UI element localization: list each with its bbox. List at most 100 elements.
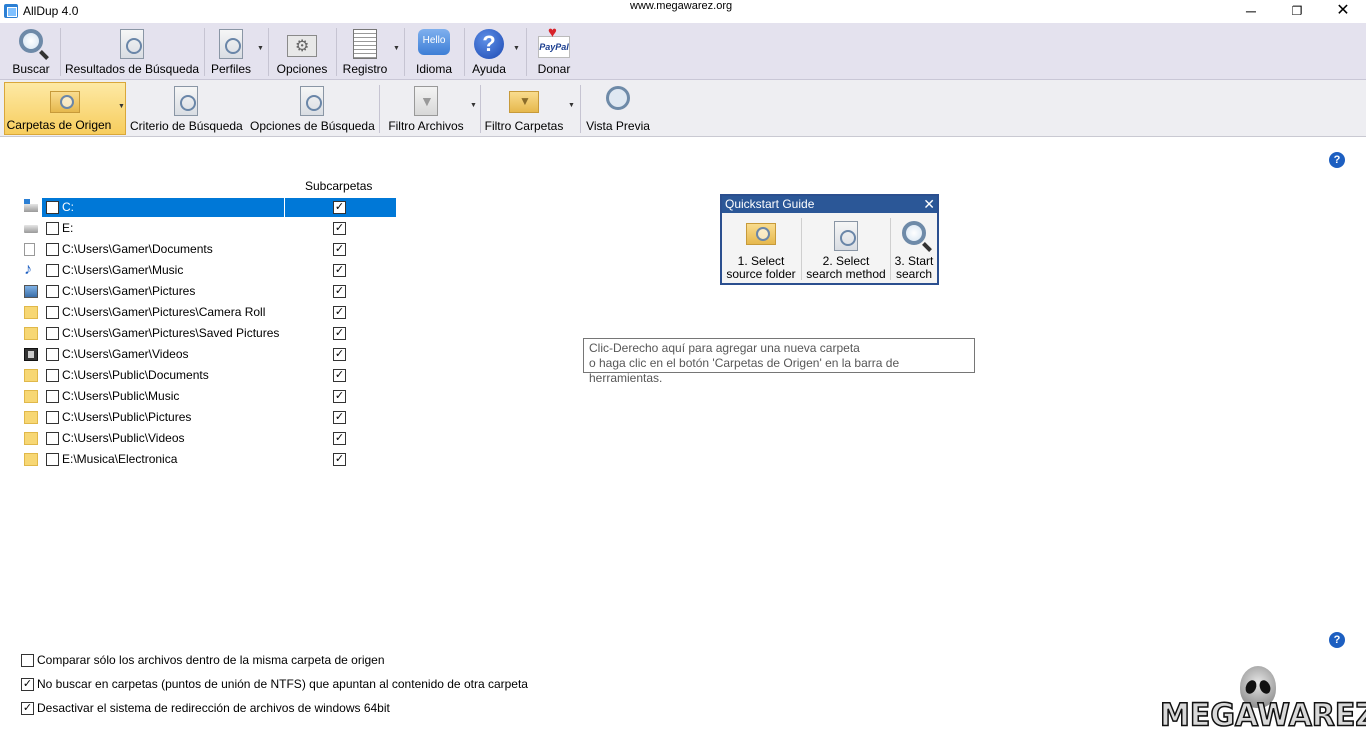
folder-row[interactable]: C:\Users\Gamer\Pictures\Camera Roll ✓ (0, 302, 400, 323)
option-checkbox[interactable]: ✓ (21, 702, 34, 715)
folder-icon (24, 327, 38, 340)
subfolders-column-header: Subcarpetas (305, 179, 373, 193)
profiles-dropdown-arrow[interactable]: ▼ (257, 45, 264, 52)
folder-checkbox[interactable] (46, 348, 59, 361)
window-title: AllDup 4.0 (23, 4, 79, 18)
quickstart-title: Quickstart Guide (725, 197, 815, 211)
folder-icon (24, 369, 38, 382)
folder-row[interactable]: ♪ C:\Users\Gamer\Music ✓ (0, 260, 400, 281)
folder-checkbox[interactable] (46, 327, 59, 340)
subfolders-checkbox[interactable]: ✓ (333, 285, 346, 298)
preview-icon (606, 86, 630, 110)
drive-icon (24, 225, 38, 233)
log-dropdown-arrow[interactable]: ▼ (393, 45, 400, 52)
subfolders-checkbox[interactable]: ✓ (333, 306, 346, 319)
folder-path: C:\Users\Public\Music (62, 389, 180, 403)
search-results-button[interactable]: Resultados de Búsqueda (64, 26, 200, 78)
folder-checkbox[interactable] (46, 264, 59, 277)
option-checkbox[interactable] (21, 654, 34, 667)
language-button[interactable]: Hello Idioma (408, 26, 460, 78)
quickstart-select-source-button[interactable]: 1. Select source folder (722, 215, 800, 283)
subfolders-checkbox[interactable]: ✓ (333, 201, 346, 214)
folder-checkbox[interactable] (46, 411, 59, 424)
folder-row[interactable]: C:\Users\Gamer\Pictures\Saved Pictures ✓ (0, 323, 400, 344)
folder-path: C:\Users\Gamer\Pictures\Camera Roll (62, 305, 266, 319)
megawarez-logo: MEGAWAREZ (1159, 666, 1366, 736)
subfolders-checkbox[interactable]: ✓ (333, 369, 346, 382)
subfolders-checkbox[interactable]: ✓ (333, 222, 346, 235)
main-toolbar: Buscar Resultados de Búsqueda Perfiles ▼… (0, 23, 1366, 80)
folder-filter-button[interactable]: Filtro Carpetas (484, 83, 564, 135)
close-button[interactable]: ✕ (1320, 0, 1366, 23)
source-folders-button[interactable]: Carpetas de Origen ▼ (4, 82, 126, 135)
folder-row[interactable]: E: ✓ (0, 218, 400, 239)
preview-button[interactable]: Vista Previa (586, 83, 650, 135)
quickstart-title-bar: Quickstart Guide ✕ (722, 196, 937, 213)
donate-button[interactable]: PayPal Donar (530, 23, 578, 78)
documents-icon (24, 243, 35, 256)
subfolders-checkbox[interactable]: ✓ (333, 453, 346, 466)
search-criteria-button[interactable]: Criterio de Búsqueda (130, 83, 243, 135)
help-bottom-icon[interactable]: ? (1329, 632, 1345, 648)
source-folders-dropdown-arrow[interactable]: ▼ (118, 103, 125, 110)
folder-row[interactable]: C:\Users\Public\Pictures ✓ (0, 407, 400, 428)
folder-checkbox[interactable] (46, 306, 59, 319)
search-method-icon (834, 221, 858, 251)
quickstart-start-search-button[interactable]: 3. Start search (891, 215, 937, 283)
help-button[interactable]: ? Ayuda (468, 26, 510, 78)
folder-row[interactable]: C:\Users\Gamer\Documents ✓ (0, 239, 400, 260)
folder-path: C:\Users\Public\Documents (62, 368, 209, 382)
videos-icon (24, 348, 38, 361)
file-filter-button[interactable]: Filtro Archivos (386, 83, 466, 135)
subfolders-checkbox[interactable]: ✓ (333, 243, 346, 256)
subfolders-checkbox[interactable]: ✓ (333, 432, 346, 445)
folder-row[interactable]: C:\Users\Public\Documents ✓ (0, 365, 400, 386)
folder-row[interactable]: C:\Users\Gamer\Pictures ✓ (0, 281, 400, 302)
windows-drive-icon (24, 199, 38, 212)
file-filter-icon (414, 86, 438, 116)
options-button[interactable]: Opciones (272, 26, 332, 78)
file-filter-dropdown-arrow[interactable]: ▼ (470, 102, 477, 109)
help-top-icon[interactable]: ? (1329, 152, 1345, 168)
option-checkbox[interactable]: ✓ (21, 678, 34, 691)
folder-checkbox[interactable] (46, 432, 59, 445)
subfolders-checkbox[interactable]: ✓ (333, 390, 346, 403)
folder-row[interactable]: E:\Musica\Electronica ✓ (0, 449, 400, 470)
folder-checkbox[interactable] (46, 390, 59, 403)
source-folder-icon (50, 91, 80, 113)
folder-checkbox[interactable] (46, 285, 59, 298)
folder-row[interactable]: C:\Users\Public\Music ✓ (0, 386, 400, 407)
folder-filter-dropdown-arrow[interactable]: ▼ (568, 102, 575, 109)
maximize-button[interactable]: ❐ (1274, 0, 1320, 23)
folder-checkbox[interactable] (46, 222, 59, 235)
log-button[interactable]: Registro (340, 26, 390, 78)
search-button[interactable]: Buscar (6, 26, 56, 78)
subfolders-checkbox[interactable]: ✓ (333, 348, 346, 361)
start-search-icon (902, 221, 926, 245)
search-icon (19, 29, 43, 53)
search-options-button[interactable]: Opciones de Búsqueda (250, 83, 375, 135)
subfolders-checkbox[interactable]: ✓ (333, 327, 346, 340)
folder-checkbox[interactable] (46, 369, 59, 382)
quickstart-close-icon[interactable]: ✕ (923, 196, 935, 212)
folder-row[interactable]: C: ✓ (0, 197, 400, 218)
folder-checkbox[interactable] (46, 201, 59, 214)
profiles-button[interactable]: Perfiles (208, 26, 254, 78)
quickstart-select-method-button[interactable]: 2. Select search method (802, 215, 890, 283)
folder-icon (24, 411, 38, 424)
title-bar: AllDup 4.0 www.megawarez.org ─ ❐ ✕ (0, 0, 1366, 23)
folder-row[interactable]: C:\Users\Public\Videos ✓ (0, 428, 400, 449)
folder-checkbox[interactable] (46, 453, 59, 466)
folder-icon (24, 432, 38, 445)
help-dropdown-arrow[interactable]: ▼ (513, 45, 520, 52)
subfolders-checkbox[interactable]: ✓ (333, 264, 346, 277)
pictures-icon (24, 285, 38, 298)
subfolders-checkbox[interactable]: ✓ (333, 411, 346, 424)
folder-checkbox[interactable] (46, 243, 59, 256)
folder-path: E:\Musica\Electronica (62, 452, 178, 466)
search-options-icon (300, 86, 324, 116)
folder-row[interactable]: C:\Users\Gamer\Videos ✓ (0, 344, 400, 365)
folder-path: C:\Users\Gamer\Music (62, 263, 184, 277)
folder-path: E: (62, 221, 74, 235)
minimize-button[interactable]: ─ (1228, 0, 1274, 23)
